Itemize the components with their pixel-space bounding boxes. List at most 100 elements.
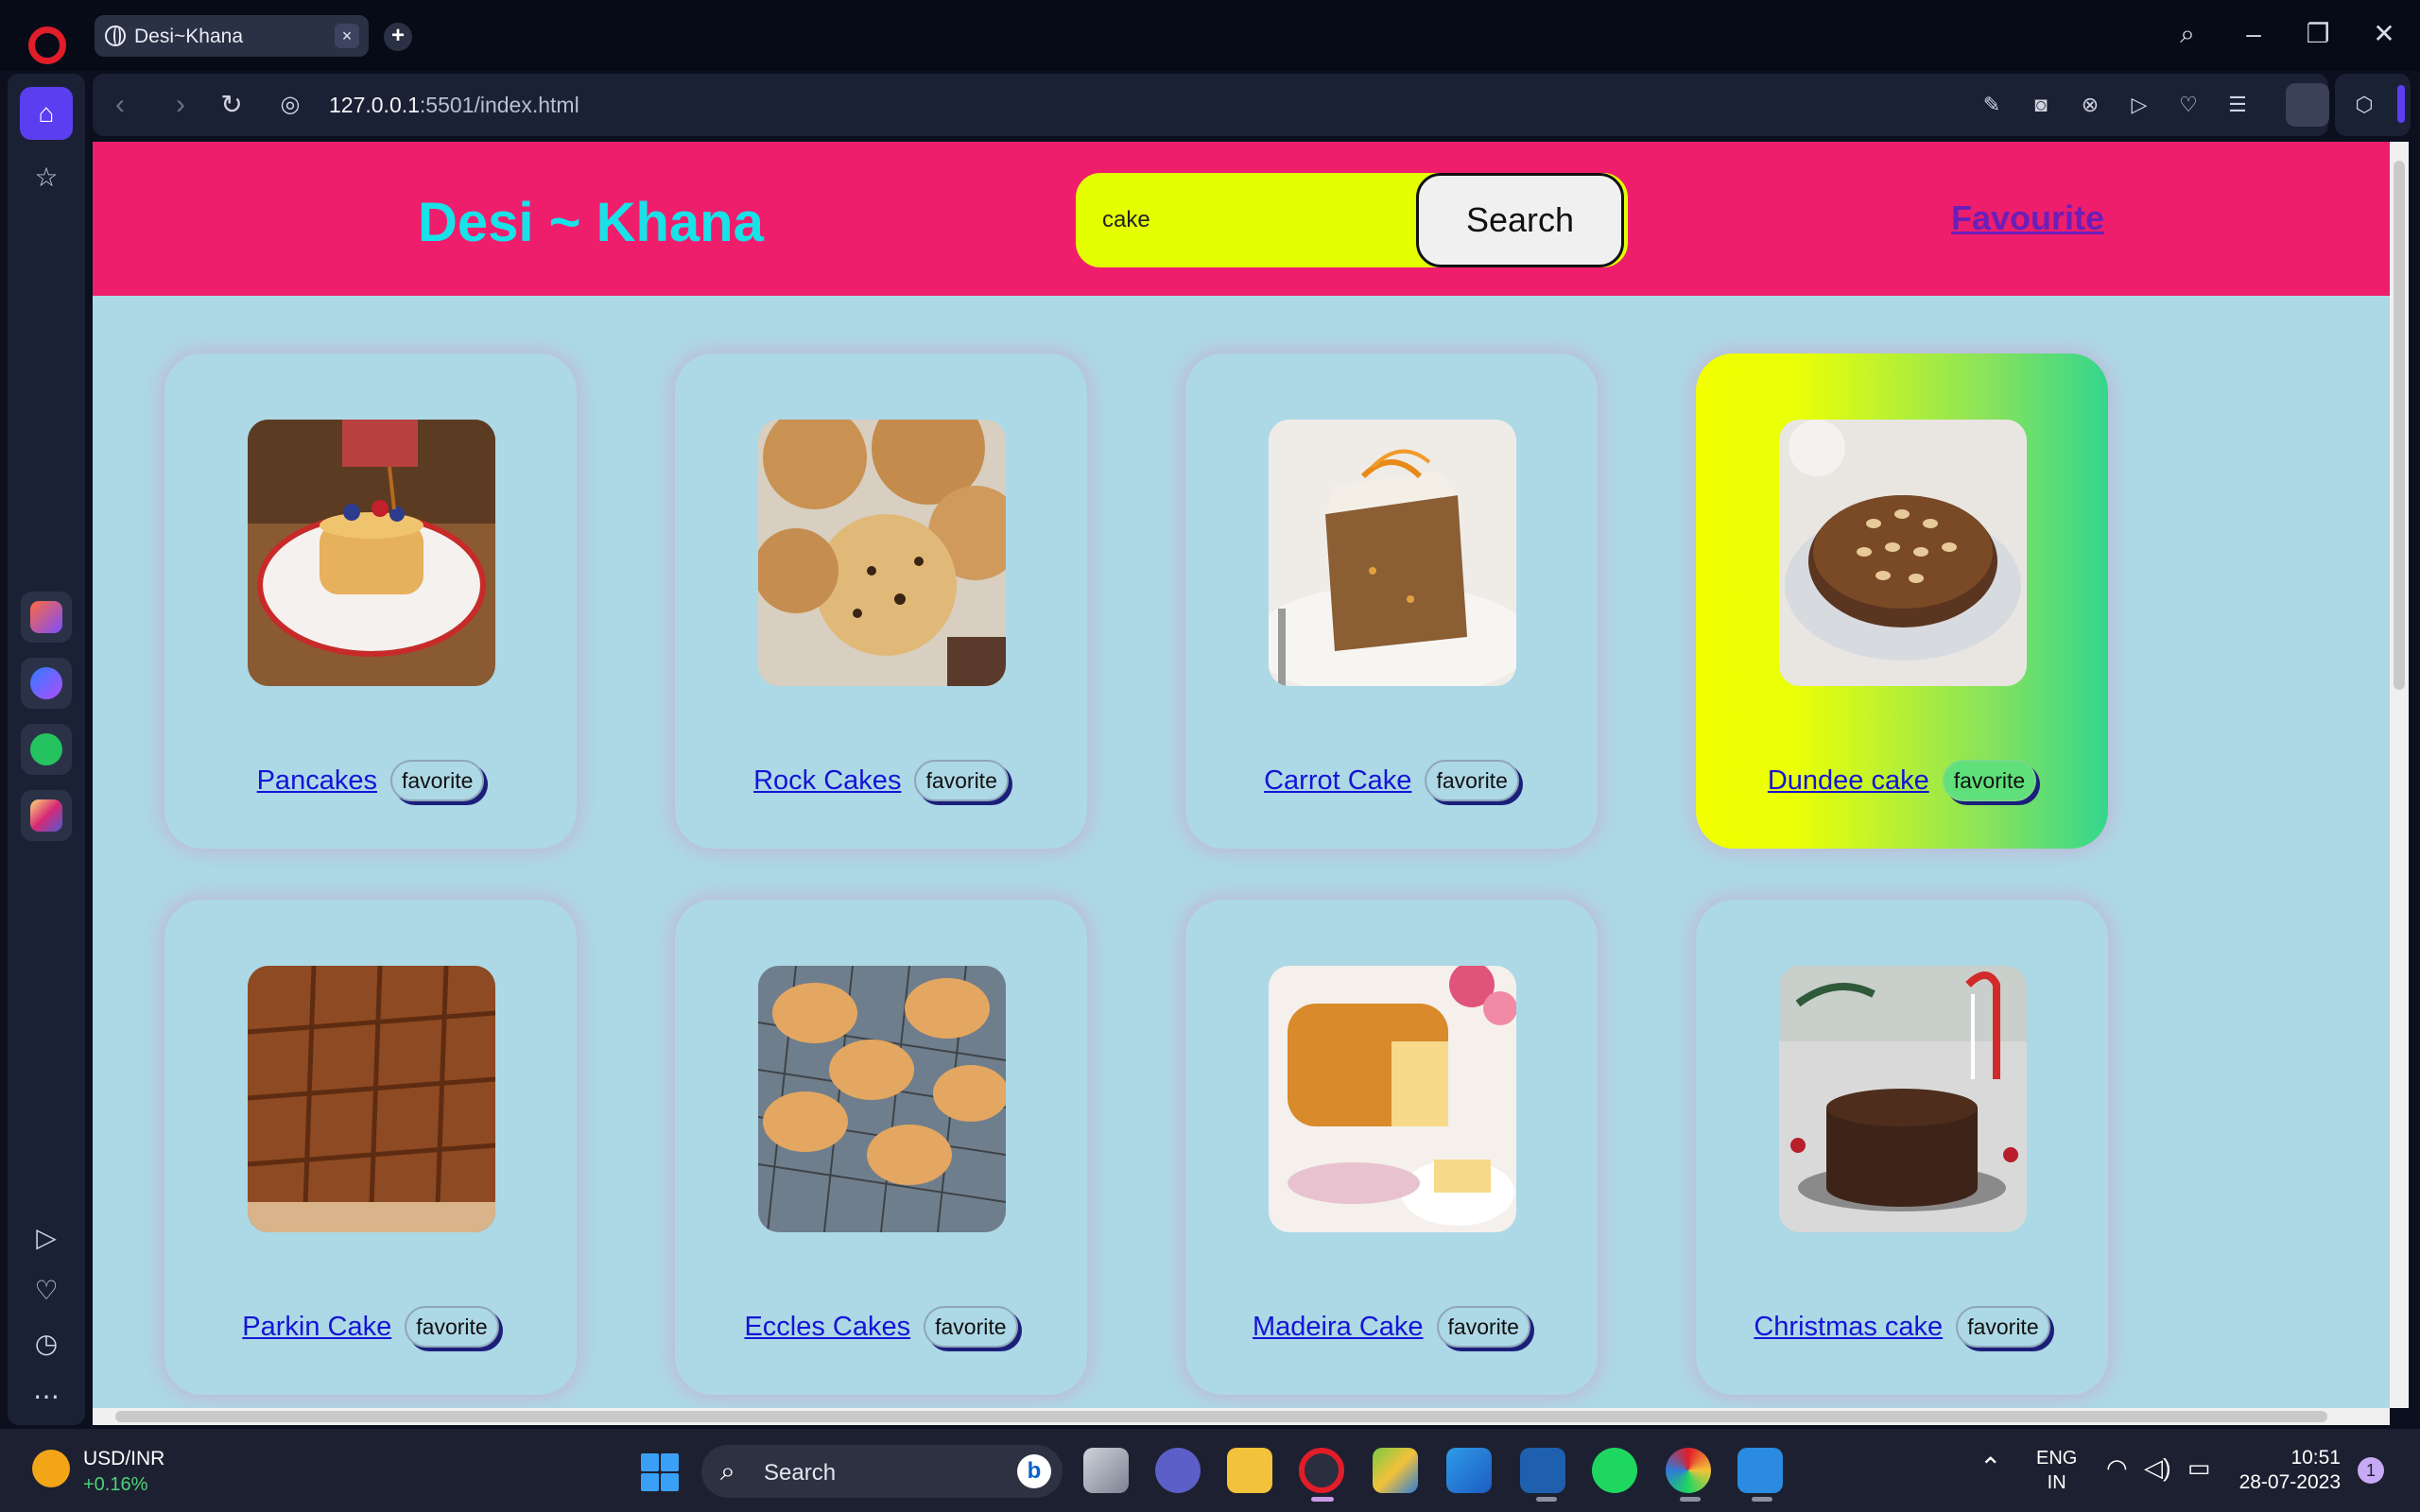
clock[interactable]: 10:51 28-07-2023 xyxy=(2237,1446,2341,1495)
favorite-button[interactable]: favorite xyxy=(1956,1306,2050,1348)
whatsapp-icon[interactable] xyxy=(21,724,72,775)
vscode-icon[interactable] xyxy=(1737,1448,1783,1493)
meal-link[interactable]: Dundee cake xyxy=(1768,765,1929,797)
task-view-icon[interactable] xyxy=(1083,1448,1129,1493)
instagram-icon[interactable] xyxy=(21,790,72,841)
taskbar-search-label: Search xyxy=(764,1460,837,1486)
photos-icon[interactable] xyxy=(1446,1448,1492,1493)
edit-icon[interactable]: ✎ xyxy=(1978,91,2006,119)
windows-start-icon[interactable] xyxy=(641,1453,679,1491)
meal-grid: Pancakes favorite Rock Cakes favorite Ca… xyxy=(164,353,2150,1395)
bluestacks-icon[interactable] xyxy=(1373,1448,1418,1493)
favorite-button[interactable]: favorite xyxy=(1436,1306,1530,1348)
favourite-link[interactable]: Favourite xyxy=(1951,198,2104,238)
ticker-name[interactable]: USD/INR xyxy=(83,1448,164,1470)
taskbar-search[interactable]: ⌕ Search b xyxy=(701,1445,1063,1498)
ticker-change: +0.16% xyxy=(83,1474,148,1495)
sidebar-accent xyxy=(2397,85,2405,123)
meal-link[interactable]: Madeira Cake xyxy=(1253,1312,1424,1343)
bing-icon[interactable]: b xyxy=(1017,1454,1051,1488)
card-footer: Christmas cake favorite xyxy=(1696,1306,2108,1348)
show-hidden-icons-chevron-icon[interactable]: ⌃ xyxy=(1979,1452,2001,1483)
camera-icon[interactable]: ◙ xyxy=(2027,91,2055,119)
rock-cakes-photo[interactable] xyxy=(758,420,1006,686)
sidebar-heart-icon[interactable]: ♡ xyxy=(20,1264,73,1317)
dundee-cake-photo[interactable] xyxy=(1779,420,2027,686)
home-icon[interactable]: ⌂ xyxy=(20,87,73,140)
running-indicator xyxy=(1752,1497,1772,1502)
aria-app-icon[interactable] xyxy=(21,592,72,643)
teams-meet-icon[interactable] xyxy=(1155,1448,1201,1493)
meal-link[interactable]: Parkin Cake xyxy=(242,1312,391,1343)
browser-sidebar: ⌂ ☆ ▷ ♡ ◷ ⋯ xyxy=(8,74,85,1425)
browser-toolbar: ‹ › ↻ ◎ 127.0.0.1:5501/index.html ✎ ◙ ⊗ … xyxy=(93,74,2329,136)
restore-icon[interactable]: ❐ xyxy=(2297,15,2339,53)
favorite-button[interactable]: favorite xyxy=(405,1306,499,1348)
address-bar[interactable]: 127.0.0.1:5501/index.html xyxy=(329,93,579,118)
speedometer-icon[interactable] xyxy=(1666,1448,1711,1493)
carrot-cake-photo[interactable] xyxy=(1269,420,1516,686)
christmas-cake-photo[interactable] xyxy=(1779,966,2027,1232)
card-footer: Rock Cakes favorite xyxy=(675,760,1087,801)
battery-icon[interactable]: ▭ xyxy=(2187,1453,2211,1483)
favorite-button[interactable]: favorite xyxy=(924,1306,1018,1348)
file-explorer-icon[interactable] xyxy=(1227,1448,1272,1493)
notification-badge[interactable]: 1 xyxy=(2358,1457,2384,1484)
language-indicator[interactable]: ENG IN xyxy=(2036,1446,2077,1495)
profile-icon[interactable] xyxy=(2286,83,2329,127)
card-footer: Pancakes favorite xyxy=(164,760,577,801)
favorite-button[interactable]: favorite xyxy=(389,760,485,801)
close-window-icon[interactable]: ✕ xyxy=(2363,15,2405,53)
player-icon[interactable]: ▷ xyxy=(20,1211,73,1264)
messenger-icon[interactable] xyxy=(21,658,72,709)
madeira-cake-photo[interactable] xyxy=(1269,966,1516,1232)
forward-icon[interactable]: › xyxy=(161,85,200,125)
search-input[interactable] xyxy=(1102,199,1405,241)
search-tabs-icon[interactable]: ⌕ xyxy=(2167,15,2208,53)
app-icon[interactable] xyxy=(1520,1448,1565,1493)
wifi-icon[interactable]: ◠ xyxy=(2106,1453,2128,1483)
history-icon[interactable]: ◷ xyxy=(20,1317,73,1370)
minimize-icon[interactable]: – xyxy=(2233,15,2274,53)
meal-link[interactable]: Rock Cakes xyxy=(753,765,901,797)
meal-link[interactable]: Carrot Cake xyxy=(1264,765,1411,797)
favorite-button[interactable]: favorite xyxy=(1942,760,2037,801)
horizontal-scroll-thumb[interactable] xyxy=(115,1411,2327,1422)
meal-card: Madeira Cake favorite xyxy=(1185,900,1598,1395)
bookmarks-star-icon[interactable]: ☆ xyxy=(20,151,73,204)
url-path: :5501/index.html xyxy=(419,93,579,117)
volume-icon[interactable]: ◁) xyxy=(2144,1453,2171,1483)
back-icon[interactable]: ‹ xyxy=(100,85,140,125)
send-icon[interactable]: ▷ xyxy=(2125,91,2153,119)
favorite-button[interactable]: favorite xyxy=(914,760,1009,801)
card-footer: Madeira Cake favorite xyxy=(1185,1306,1598,1348)
browser-tab[interactable]: Desi~Khana × xyxy=(95,15,369,57)
meal-card: Rock Cakes favorite xyxy=(675,353,1087,849)
eccles-cakes-photo[interactable] xyxy=(758,966,1006,1232)
vertical-scrollbar[interactable] xyxy=(2390,142,2409,1408)
site-title: Desi ~ Khana xyxy=(418,192,764,253)
meal-link[interactable]: Eccles Cakes xyxy=(744,1312,910,1343)
search-bar: Search xyxy=(1076,173,1628,267)
search-button[interactable]: Search xyxy=(1416,173,1624,267)
currency-coin-icon[interactable] xyxy=(32,1450,70,1487)
extensions-icon[interactable]: ⬡ xyxy=(2350,91,2378,119)
easy-setup-icon[interactable]: ☰ xyxy=(2223,91,2252,119)
spotify-icon[interactable] xyxy=(1592,1448,1637,1493)
horizontal-scrollbar[interactable] xyxy=(93,1408,2390,1425)
meal-link[interactable]: Christmas cake xyxy=(1754,1312,1943,1343)
heart-icon[interactable]: ♡ xyxy=(2174,91,2203,119)
pancakes-photo[interactable] xyxy=(248,420,495,686)
parkin-cake-photo[interactable] xyxy=(248,966,495,1232)
adblock-icon[interactable]: ⊗ xyxy=(2076,91,2104,119)
meal-link[interactable]: Pancakes xyxy=(257,765,377,797)
more-icon[interactable]: ⋯ xyxy=(20,1370,73,1423)
favorite-button[interactable]: favorite xyxy=(1425,760,1519,801)
tab-close-icon[interactable]: × xyxy=(335,24,359,48)
new-tab-button[interactable]: + xyxy=(384,23,412,51)
vertical-scroll-thumb[interactable] xyxy=(2394,161,2405,690)
opera-logo-icon[interactable] xyxy=(28,26,66,64)
site-info-icon[interactable]: ◎ xyxy=(270,85,310,125)
opera-taskbar-icon[interactable] xyxy=(1299,1448,1344,1493)
reload-icon[interactable]: ↻ xyxy=(212,85,251,125)
